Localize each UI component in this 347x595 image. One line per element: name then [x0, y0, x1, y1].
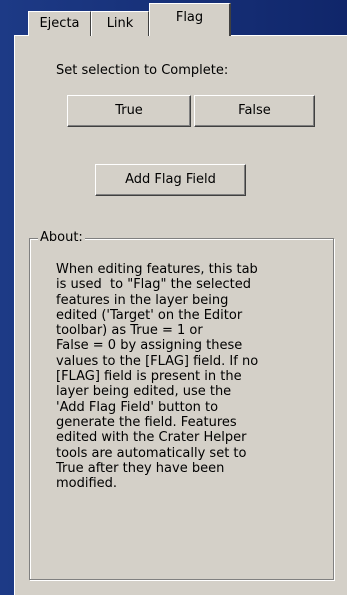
true-button[interactable]: True [67, 95, 191, 127]
tab-link[interactable]: Link [91, 11, 149, 36]
about-title: About: [38, 230, 85, 246]
add-flag-field-button[interactable]: Add Flag Field [95, 164, 246, 196]
tab-ejecta[interactable]: Ejecta [28, 11, 91, 36]
false-button[interactable]: False [194, 95, 315, 127]
set-selection-label: Set selection to Complete: [56, 63, 229, 78]
tab-flag[interactable]: Flag [149, 3, 231, 36]
about-text: When editing features, this tab is used … [56, 262, 259, 492]
